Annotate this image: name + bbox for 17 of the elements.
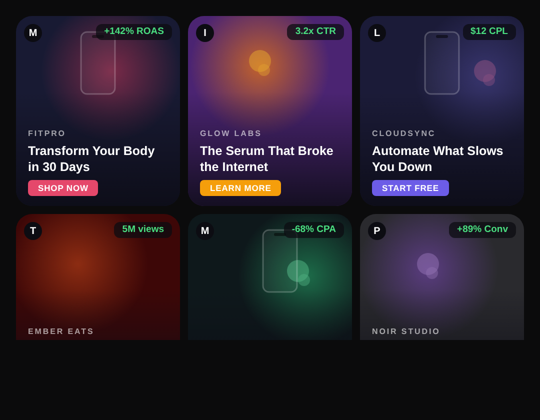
metric-badge: +142% ROAS (96, 24, 172, 40)
metric-badge: -68% CPA (284, 222, 344, 238)
brand-name: NOIR STUDIO (372, 326, 440, 338)
ad-headline: The Serum That Broke the Internet (200, 143, 334, 175)
brand-name: CLOUDSYNC (372, 128, 436, 140)
metric-badge: 3.2x CTR (287, 24, 344, 40)
metric-badge: +89% Conv (449, 222, 516, 238)
cta-button[interactable]: START FREE (372, 180, 449, 196)
metric-badge: 5M views (114, 222, 172, 238)
cta-button[interactable]: LEARN MORE (200, 180, 282, 196)
ad-headline: Automate What Slows You Down (372, 143, 504, 175)
brand-name: EMBER EATS (28, 326, 94, 338)
brand-name: FITPRO (28, 128, 66, 140)
brand-name: GLOW LABS (200, 128, 262, 140)
cta-button[interactable]: SHOP NOW (28, 180, 98, 196)
ad-headline: Transform Your Body in 30 Days (28, 143, 156, 175)
metric-badge: $12 CPL (462, 24, 516, 40)
